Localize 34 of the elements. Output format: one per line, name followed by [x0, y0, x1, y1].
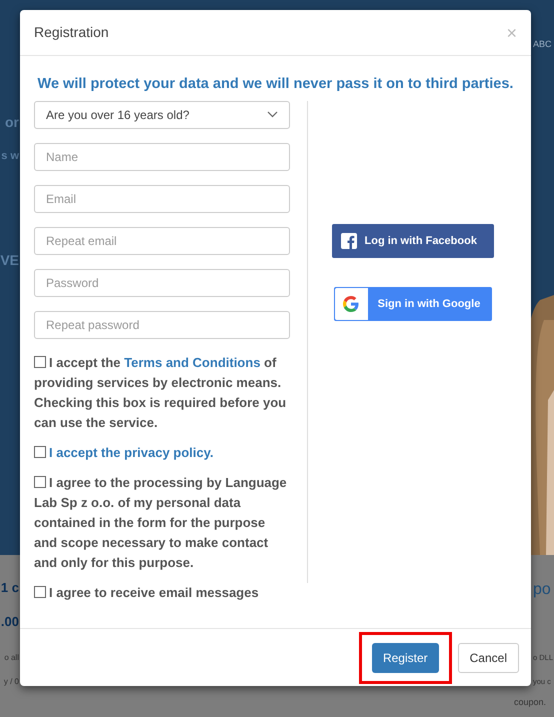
background-text: po [533, 580, 551, 600]
age-select[interactable]: Are you over 16 years old? [34, 100, 290, 129]
text-field[interactable]: Email [34, 184, 290, 213]
checkbox[interactable] [34, 586, 46, 598]
background-text: o all [4, 652, 19, 664]
privacy-policy-link[interactable]: I accept the privacy policy. [49, 444, 214, 460]
text-field[interactable]: Password [34, 268, 290, 297]
background-text: s w [1, 149, 19, 164]
background-text: coupon. [514, 696, 546, 709]
background-text: y / 0 [4, 676, 19, 688]
cancel-button[interactable]: Cancel [458, 642, 519, 672]
privacy-notice: We will protect your data and we will never pass it on to third parties. [36, 75, 514, 94]
dialog-title: Registration [34, 23, 109, 42]
google-signin-button[interactable]: Sign in with Google [334, 286, 492, 321]
background-text: 1 c [0, 579, 19, 597]
register-button[interactable]: Register [372, 642, 439, 672]
text-field[interactable]: Repeat email [34, 226, 290, 255]
checkbox[interactable] [34, 446, 46, 458]
chevron-down-icon [267, 111, 278, 118]
background-text: .00 [0, 613, 19, 631]
terms-link[interactable]: Terms and Conditions [124, 354, 260, 370]
text-field[interactable]: Name [34, 142, 290, 171]
facebook-login-button[interactable]: Log in with Facebook [332, 224, 494, 258]
text-field[interactable]: Repeat password [34, 310, 290, 339]
consent-text: I agree to receive email messages [34, 582, 290, 603]
checkbox[interactable] [34, 476, 46, 488]
background-text: or [5, 113, 19, 132]
consent-text: I agree to the processing by Language Lab Sp z o.o. of my personal data contained in the form for the purpose and scope necessary to make contact and only for this purpose. [34, 474, 288, 572]
consent-text: I accept the Terms and Conditions of providing services by electronic means. Checking this box is required before you can use the service. [34, 354, 288, 432]
background-text: ABC [533, 38, 552, 51]
background-text: VE [0, 251, 19, 270]
checkbox[interactable] [34, 356, 46, 368]
google-icon [343, 296, 359, 312]
facebook-icon [340, 232, 356, 249]
